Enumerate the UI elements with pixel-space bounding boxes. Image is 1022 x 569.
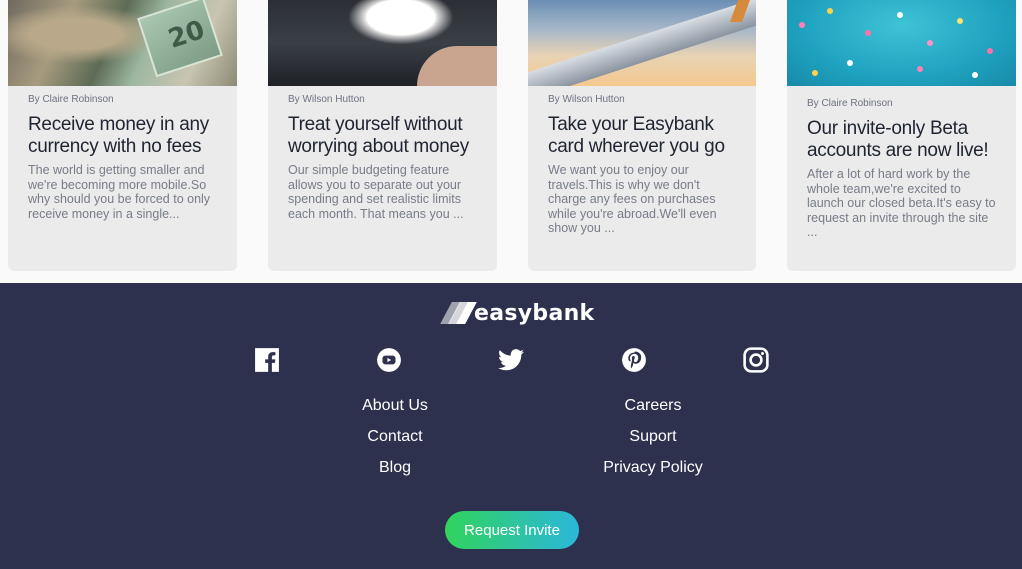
instagram-icon[interactable] — [742, 346, 770, 374]
logo-mark-icon — [440, 302, 477, 324]
footer-links-left: About Us Contact Blog — [295, 396, 495, 489]
footer-link-support[interactable]: Suport — [553, 427, 753, 446]
article-author: By Wilson Hutton — [548, 94, 625, 105]
articles-section: 20 By Claire Robinson Receive money in a… — [0, 0, 1022, 283]
article-card[interactable]: By Claire Robinson Our invite-only Beta … — [787, 0, 1016, 271]
article-excerpt: We want you to enjoy our travels.This is… — [548, 163, 717, 235]
footer-links-right: Careers Suport Privacy Policy — [553, 396, 753, 489]
article-excerpt: The world is getting smaller and we're b… — [28, 163, 211, 221]
article-excerpt: Our simple budgeting feature allows you … — [288, 163, 464, 221]
article-author: By Wilson Hutton — [288, 94, 365, 105]
article-image — [268, 0, 497, 86]
article-card[interactable]: By Wilson Hutton Treat yourself without … — [268, 0, 497, 271]
article-title[interactable]: Take your Easybank card wherever you go — [548, 114, 736, 158]
article-card[interactable]: By Wilson Hutton Take your Easybank card… — [528, 0, 756, 271]
footer-link-about-us[interactable]: About Us — [295, 396, 495, 415]
article-excerpt: After a lot of hard work by the whole te… — [807, 167, 996, 239]
facebook-icon[interactable] — [253, 346, 281, 374]
article-image — [787, 0, 1016, 86]
pinterest-icon[interactable] — [620, 346, 648, 374]
article-card[interactable]: 20 By Claire Robinson Receive money in a… — [8, 0, 237, 271]
article-title[interactable]: Our invite-only Beta accounts are now li… — [807, 118, 996, 162]
footer-link-careers[interactable]: Careers — [553, 396, 753, 415]
footer-link-privacy-policy[interactable]: Privacy Policy — [553, 458, 753, 477]
request-invite-button[interactable]: Request Invite — [445, 511, 579, 549]
youtube-icon[interactable] — [375, 346, 403, 374]
article-title[interactable]: Receive money in any currency with no fe… — [28, 114, 217, 158]
footer-link-blog[interactable]: Blog — [295, 458, 495, 477]
logo-text: easybank — [474, 300, 595, 326]
article-author: By Claire Robinson — [28, 94, 114, 105]
footer-logo[interactable]: easybank — [440, 300, 595, 326]
article-title[interactable]: Treat yourself without worrying about mo… — [288, 114, 477, 158]
social-links — [0, 346, 1022, 376]
article-image — [528, 0, 756, 86]
article-author: By Claire Robinson — [807, 98, 893, 109]
article-image: 20 — [8, 0, 237, 86]
twitter-icon[interactable] — [497, 346, 525, 374]
footer-link-contact[interactable]: Contact — [295, 427, 495, 446]
